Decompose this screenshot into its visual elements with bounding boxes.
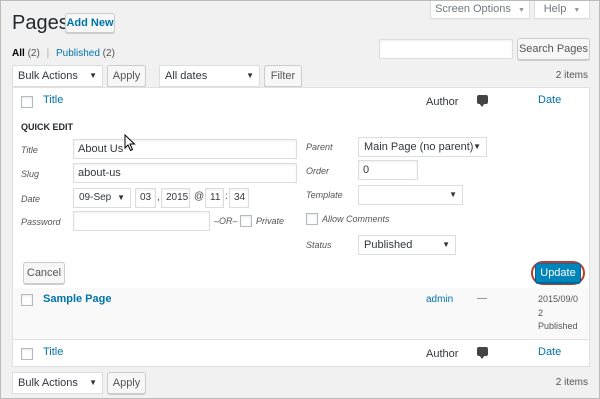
year-input[interactable]: 2015: [161, 188, 190, 208]
status-value: Published: [364, 239, 413, 251]
chevron-down-icon: ▼: [246, 71, 254, 80]
table-header: Title Author Date: [12, 87, 590, 115]
filter-all-count: (2): [27, 48, 40, 59]
screen-options-tab[interactable]: Screen Options ▼: [430, 0, 530, 19]
bulk-actions-select[interactable]: Bulk Actions ▼: [12, 65, 103, 87]
table-row: Sample Page admin — 2015/09/0 2 Publishe…: [12, 288, 590, 340]
column-title-bottom[interactable]: Title: [43, 346, 63, 358]
select-all-checkbox-bottom[interactable]: [21, 348, 33, 360]
status-filters: All (2) | Published (2): [12, 48, 115, 59]
status-label: Status: [306, 240, 332, 250]
parent-select[interactable]: Main Page (no parent) ▼: [358, 137, 487, 157]
row-date-status: Published: [538, 321, 578, 331]
day-input[interactable]: 03: [135, 188, 156, 208]
quick-edit-panel: QUICK EDIT Title About Us Slug about-us …: [12, 114, 590, 288]
allow-comments-label: Allow Comments: [322, 214, 390, 224]
comment-bubble-tail: [479, 355, 485, 359]
page-title: Pages: [12, 12, 69, 34]
screen-options-label: Screen Options: [435, 3, 511, 15]
date-comma: ,: [157, 192, 160, 203]
hour-input[interactable]: 11: [205, 188, 224, 208]
row-author-link[interactable]: admin: [426, 294, 453, 305]
apply-button[interactable]: Apply: [107, 65, 146, 87]
private-label: Private: [256, 216, 285, 226]
search-pages-button[interactable]: Search Pages: [517, 38, 590, 60]
row-title-link[interactable]: Sample Page: [43, 293, 111, 305]
add-new-button[interactable]: Add New: [65, 13, 115, 33]
date-at: @: [194, 191, 205, 202]
bulk-actions-select-bottom[interactable]: Bulk Actions ▼: [12, 372, 103, 394]
parent-value: Main Page (no parent): [364, 141, 474, 153]
chevron-down-icon: ▼: [117, 193, 125, 202]
chevron-down-icon: ▼: [442, 240, 450, 249]
items-count-bottom: 2 items: [555, 377, 588, 388]
template-select[interactable]: ▼: [358, 185, 463, 205]
chevron-down-icon: ▼: [89, 71, 97, 80]
column-title[interactable]: Title: [43, 94, 63, 106]
parent-label: Parent: [306, 142, 333, 152]
row-date-line1: 2015/09/0: [538, 294, 579, 304]
apply-button-bottom[interactable]: Apply: [107, 372, 146, 394]
chevron-down-icon: ▼: [449, 190, 457, 199]
template-label: Template: [306, 190, 343, 200]
month-select[interactable]: 09-Sep ▼: [73, 188, 131, 208]
column-date-bottom[interactable]: Date: [538, 346, 561, 358]
chevron-down-icon: ▼: [89, 378, 97, 387]
date-label: Date: [21, 194, 41, 204]
minute-input[interactable]: 34: [229, 188, 249, 208]
month-value: 09-Sep: [79, 192, 112, 203]
dates-value: All dates: [165, 70, 208, 82]
private-checkbox[interactable]: [240, 215, 252, 227]
chevron-down-icon: ▼: [473, 142, 481, 151]
row-checkbox[interactable]: [21, 294, 33, 306]
items-count-top: 2 items: [555, 70, 588, 81]
update-button[interactable]: Update: [535, 263, 581, 283]
bulk-actions-value: Bulk Actions: [18, 70, 78, 82]
row-date-line2: 2: [538, 308, 544, 318]
column-date[interactable]: Date: [538, 94, 561, 106]
select-all-checkbox[interactable]: [21, 96, 33, 108]
caret-down-icon: ▼: [517, 7, 525, 14]
table-footer: Title Author Date: [12, 339, 590, 367]
dates-select[interactable]: All dates ▼: [159, 65, 260, 87]
password-input[interactable]: [73, 211, 210, 231]
column-author-bottom: Author: [426, 348, 459, 360]
filter-separator: |: [46, 48, 50, 59]
column-author: Author: [426, 96, 459, 108]
help-tab[interactable]: Help ▼: [534, 0, 590, 19]
allow-comments-checkbox[interactable]: [306, 213, 318, 225]
or-label: –OR–: [214, 216, 238, 226]
slug-input[interactable]: about-us: [73, 163, 297, 183]
order-label: Order: [306, 166, 330, 176]
order-input[interactable]: 0: [358, 160, 418, 180]
row-comments: —: [477, 293, 487, 304]
help-label: Help: [543, 3, 567, 15]
status-select[interactable]: Published ▼: [358, 235, 456, 255]
filter-published-count: (2): [102, 48, 115, 59]
search-input[interactable]: [379, 39, 513, 59]
slug-label: Slug: [21, 169, 40, 179]
password-label: Password: [21, 217, 61, 227]
comment-bubble-tail: [479, 103, 485, 107]
cancel-button[interactable]: Cancel: [23, 262, 65, 284]
caret-down-icon: ▼: [573, 7, 581, 14]
filter-button[interactable]: Filter: [264, 65, 302, 87]
bulk-actions-value-bottom: Bulk Actions: [18, 377, 78, 389]
filter-published[interactable]: Published: [56, 48, 100, 59]
title-input[interactable]: About Us: [73, 139, 297, 159]
quick-edit-heading: QUICK EDIT: [21, 122, 74, 132]
time-colon: :: [225, 191, 228, 202]
mouse-cursor-icon: [124, 134, 136, 152]
filter-all[interactable]: All: [12, 48, 25, 59]
title-label: Title: [21, 145, 38, 155]
